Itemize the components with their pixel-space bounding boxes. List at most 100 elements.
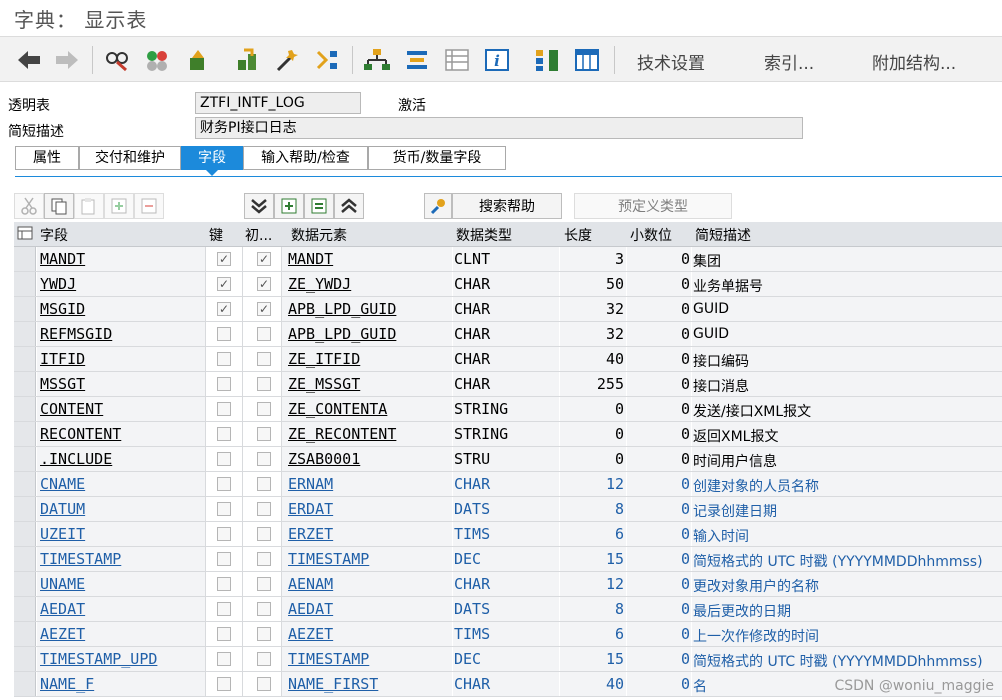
col-data-element[interactable]: 数据元素 <box>291 225 347 245</box>
key-checkbox[interactable] <box>217 502 231 516</box>
table-contents-icon[interactable] <box>572 45 602 75</box>
col-decimals[interactable]: 小数位 <box>630 225 672 245</box>
data-element-name[interactable]: APB_LPD_GUID <box>288 300 396 318</box>
info-icon[interactable]: i <box>482 45 512 75</box>
row-selector[interactable] <box>14 322 36 346</box>
row-selector[interactable] <box>14 647 36 671</box>
key-checkbox[interactable]: ✓ <box>217 252 231 266</box>
data-element-name[interactable]: APB_LPD_GUID <box>288 325 396 343</box>
row-selector[interactable] <box>14 372 36 396</box>
data-element-name[interactable]: ERNAM <box>288 475 333 493</box>
row-selector[interactable] <box>14 672 36 696</box>
paste-icon[interactable] <box>74 193 104 219</box>
row-selector[interactable] <box>14 347 36 371</box>
table-row[interactable]: AEZET AEZET TIMS 6 0 上一次作修改的时间 <box>14 622 1002 647</box>
forward-arrow-icon[interactable] <box>52 45 82 75</box>
initial-checkbox[interactable] <box>257 552 271 566</box>
data-element-name[interactable]: MANDT <box>288 250 333 268</box>
data-element-name[interactable]: ZE_RECONTENT <box>288 425 396 443</box>
data-element-name[interactable]: AEZET <box>288 625 333 643</box>
key-checkbox[interactable] <box>217 627 231 641</box>
predefined-type-button[interactable]: 预定义类型 <box>574 193 732 219</box>
row-selector[interactable] <box>14 597 36 621</box>
field-name[interactable]: UZEIT <box>40 525 85 543</box>
activate-icon[interactable] <box>232 45 262 75</box>
row-selector[interactable] <box>14 572 36 596</box>
data-element-name[interactable]: ERZET <box>288 525 333 543</box>
initial-checkbox[interactable] <box>257 402 271 416</box>
key-checkbox[interactable] <box>217 477 231 491</box>
expand-icon[interactable] <box>274 193 304 219</box>
data-element-name[interactable]: ZE_ITFID <box>288 350 360 368</box>
field-name[interactable]: YWDJ <box>40 275 76 293</box>
initial-checkbox[interactable] <box>257 327 271 341</box>
table-row[interactable]: CNAME ERNAM CHAR 12 0 创建对象的人员名称 <box>14 472 1002 497</box>
table-row[interactable]: CONTENT ZE_CONTENTA STRING 0 0 发送/接口XML报文 <box>14 397 1002 422</box>
table-row[interactable]: MSSGT ZE_MSSGT CHAR 255 0 接口消息 <box>14 372 1002 397</box>
field-name[interactable]: NAME_F <box>40 675 94 693</box>
row-selector[interactable] <box>14 522 36 546</box>
row-selector[interactable] <box>14 447 36 471</box>
initial-checkbox[interactable]: ✓ <box>257 302 271 316</box>
table-row[interactable]: RECONTENT ZE_RECONTENT STRING 0 0 返回XML报文 <box>14 422 1002 447</box>
other-object-icon[interactable] <box>142 45 172 75</box>
initial-checkbox[interactable] <box>257 352 271 366</box>
data-element-name[interactable]: TIMESTAMP <box>288 550 369 568</box>
tab-delivery-maintenance[interactable]: 交付和维护 <box>79 146 181 170</box>
indexes-button[interactable]: 索引... <box>764 49 814 74</box>
data-element-name[interactable]: ZE_MSSGT <box>288 375 360 393</box>
insert-row-icon[interactable] <box>104 193 134 219</box>
where-used-icon[interactable] <box>312 45 342 75</box>
row-selector[interactable] <box>14 397 36 421</box>
search-help-icon[interactable] <box>424 193 452 219</box>
initial-checkbox[interactable] <box>257 527 271 541</box>
key-checkbox[interactable] <box>217 327 231 341</box>
key-checkbox[interactable] <box>217 527 231 541</box>
field-name[interactable]: REFMSGID <box>40 325 112 343</box>
data-element-name[interactable]: NAME_FIRST <box>288 675 378 693</box>
data-element-name[interactable]: AENAM <box>288 575 333 593</box>
data-element-name[interactable]: ZE_YWDJ <box>288 275 351 293</box>
initial-checkbox[interactable]: ✓ <box>257 277 271 291</box>
key-checkbox[interactable]: ✓ <box>217 277 231 291</box>
test-icon[interactable] <box>272 45 302 75</box>
initial-checkbox[interactable] <box>257 627 271 641</box>
data-element-name[interactable]: TIMESTAMP <box>288 650 369 668</box>
field-name[interactable]: RECONTENT <box>40 425 121 443</box>
copy-icon[interactable] <box>44 193 74 219</box>
tab-currency-quantity-fields[interactable]: 货币/数量字段 <box>368 146 506 170</box>
key-checkbox[interactable] <box>217 677 231 691</box>
cut-icon[interactable] <box>14 193 44 219</box>
data-element-name[interactable]: ZE_CONTENTA <box>288 400 387 418</box>
delete-row-icon[interactable] <box>134 193 164 219</box>
field-name[interactable]: MANDT <box>40 250 85 268</box>
navigation-window-icon[interactable] <box>402 45 432 75</box>
col-init[interactable]: 初... <box>245 225 272 245</box>
field-name[interactable]: DATUM <box>40 500 85 518</box>
collapse-all-icon[interactable] <box>244 193 274 219</box>
data-element-name[interactable]: AEDAT <box>288 600 333 618</box>
table-row[interactable]: MANDT ✓ ✓ MANDT CLNT 3 0 集团 <box>14 247 1002 272</box>
table-row[interactable]: YWDJ ✓ ✓ ZE_YWDJ CHAR 50 0 业务单据号 <box>14 272 1002 297</box>
table-row[interactable]: REFMSGID APB_LPD_GUID CHAR 32 0 GUID <box>14 322 1002 347</box>
row-selector[interactable] <box>14 547 36 571</box>
field-name[interactable]: UNAME <box>40 575 85 593</box>
key-checkbox[interactable]: ✓ <box>217 302 231 316</box>
field-name[interactable]: CNAME <box>40 475 85 493</box>
table-row[interactable]: UNAME AENAM CHAR 12 0 更改对象用户的名称 <box>14 572 1002 597</box>
field-name[interactable]: MSGID <box>40 300 85 318</box>
initial-checkbox[interactable]: ✓ <box>257 252 271 266</box>
table-row[interactable]: .INCLUDE ZSAB0001 STRU 0 0 时间用户信息 <box>14 447 1002 472</box>
initial-checkbox[interactable] <box>257 602 271 616</box>
initial-checkbox[interactable] <box>257 477 271 491</box>
col-short-desc[interactable]: 简短描述 <box>695 225 751 245</box>
tab-fields[interactable]: 字段 <box>181 146 243 170</box>
col-data-type[interactable]: 数据类型 <box>456 225 512 245</box>
table-name-field[interactable]: ZTFI_INTF_LOG <box>195 92 361 114</box>
field-name[interactable]: TIMESTAMP_UPD <box>40 650 157 668</box>
initial-checkbox[interactable] <box>257 502 271 516</box>
col-key[interactable]: 键 <box>209 225 223 245</box>
col-length[interactable]: 长度 <box>564 225 592 245</box>
tab-attributes[interactable]: 属性 <box>15 146 79 170</box>
field-name[interactable]: CONTENT <box>40 400 103 418</box>
